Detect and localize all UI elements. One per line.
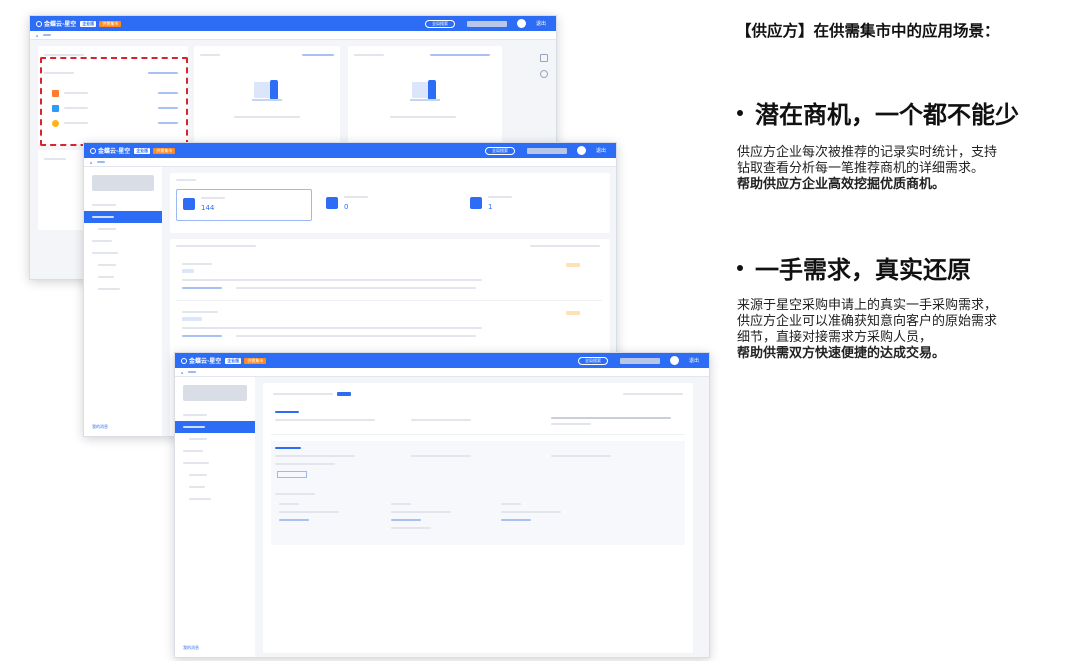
list-item[interactable] <box>176 305 602 349</box>
contact-button[interactable] <box>277 471 307 478</box>
blurred-info <box>466 20 507 27</box>
stat-card-viewed[interactable]: 0 <box>320 189 456 221</box>
stat-icon <box>470 197 482 209</box>
sidebar-messages[interactable]: 我的消息 <box>183 645 199 651</box>
logout-link[interactable]: 退出 <box>536 20 546 27</box>
sidebar-item-sub[interactable] <box>175 433 255 445</box>
app-logo: 金蝶云·星空 企业版 <box>36 19 97 28</box>
bullet-2-description: 来源于星空采购申请上的真实一手采购需求， 供应方企业可以准确获知意向客户的原始需… <box>737 298 998 361</box>
screenshot-window-detail: 金蝶云·星空 企业版 供需集市 全局搜索 退出 ⌂ 我的消息 <box>174 352 710 658</box>
sidebar-item-product[interactable] <box>84 235 162 247</box>
sidebar-item-product[interactable] <box>175 445 255 457</box>
demand-section <box>271 441 685 545</box>
breadcrumb: ⌂ <box>84 158 616 167</box>
bullet-dot <box>737 109 743 116</box>
bullet-2-title: 一手需求，真实还原 <box>737 250 971 285</box>
avatar[interactable] <box>576 146 586 155</box>
app-top-bar: 金蝶云·星空 企业版 供需集市 全局搜索 退出 <box>30 16 556 31</box>
sidebar-item-group[interactable] <box>175 409 255 421</box>
sidebar-item-sub[interactable] <box>84 271 162 283</box>
app-tag: 供需集市 <box>244 357 267 364</box>
sidebar-item-opportunities[interactable] <box>175 421 255 433</box>
todo-card <box>194 46 340 144</box>
stat-card-collected[interactable]: 1 <box>464 189 600 221</box>
sidebar-item-sub[interactable] <box>175 493 255 505</box>
logout-link[interactable]: 退出 <box>596 147 606 154</box>
recent-card <box>348 46 502 144</box>
blurred-info <box>526 147 567 154</box>
sidebar: 我的消息 <box>175 377 255 657</box>
sidebar-item-sub[interactable] <box>84 283 162 295</box>
company-name-blurred <box>183 385 247 401</box>
breadcrumb: ⌂ <box>30 31 556 40</box>
highlight-frame <box>40 57 188 146</box>
sidebar-item-store[interactable] <box>84 247 162 259</box>
detail-panel <box>263 383 693 653</box>
sidebar-messages[interactable]: 我的消息 <box>92 424 108 430</box>
app-top-bar: 金蝶云·星空 企业版 供需集市 全局搜索 退出 <box>84 143 616 158</box>
app-top-bar: 金蝶云·星空 企业版 供需集市 全局搜索 退出 <box>175 353 709 368</box>
app-logo: 金蝶云·星空 企业版 <box>181 356 242 365</box>
bullet-1-description: 供应方企业每次被推荐的记录实时统计，支持 钻取查看分析每一笔推荐商机的详细需求。… <box>737 145 998 192</box>
blurred-info <box>619 357 660 364</box>
stat-card-recommended[interactable]: 144 <box>176 189 312 221</box>
global-search[interactable]: 全局搜索 <box>484 146 515 155</box>
edit-icon[interactable] <box>540 54 548 62</box>
bullet-1-title: 潜在商机，一个都不能少 <box>737 95 1019 130</box>
sidebar-item-opportunities[interactable] <box>84 211 162 223</box>
company-section <box>271 407 685 435</box>
app-tag: 供需集市 <box>99 20 122 27</box>
compass-icon[interactable] <box>540 70 548 78</box>
global-search[interactable]: 全局搜索 <box>577 356 608 365</box>
avatar[interactable] <box>669 356 679 365</box>
logout-link[interactable]: 退出 <box>689 357 699 364</box>
stats-panel: 144 0 1 <box>170 173 610 233</box>
list-item[interactable] <box>176 257 602 301</box>
page-heading: 【供应方】在供需集市中的应用场景： <box>736 22 1000 40</box>
global-search[interactable]: 全局搜索 <box>424 19 455 28</box>
company-name-blurred <box>92 175 154 191</box>
sidebar: 我的消息 <box>84 167 162 436</box>
avatar[interactable] <box>516 19 526 28</box>
stat-icon <box>183 198 195 210</box>
sidebar-item-sub[interactable] <box>84 259 162 271</box>
bullet-dot <box>737 264 743 271</box>
sidebar-item-sub[interactable] <box>175 469 255 481</box>
stat-value: 1 <box>488 203 493 211</box>
app-logo: 金蝶云·星空 企业版 <box>90 146 151 155</box>
stat-value: 144 <box>201 204 215 212</box>
app-tag: 供需集市 <box>153 147 176 154</box>
sidebar-item-store[interactable] <box>175 457 255 469</box>
sidebar-item-sub[interactable] <box>175 481 255 493</box>
sidebar-item-group[interactable] <box>84 199 162 211</box>
usage-card <box>38 150 88 230</box>
breadcrumb: ⌂ <box>175 368 709 377</box>
stat-icon <box>326 197 338 209</box>
stat-value: 0 <box>344 203 349 211</box>
sidebar-item-sub[interactable] <box>84 223 162 235</box>
